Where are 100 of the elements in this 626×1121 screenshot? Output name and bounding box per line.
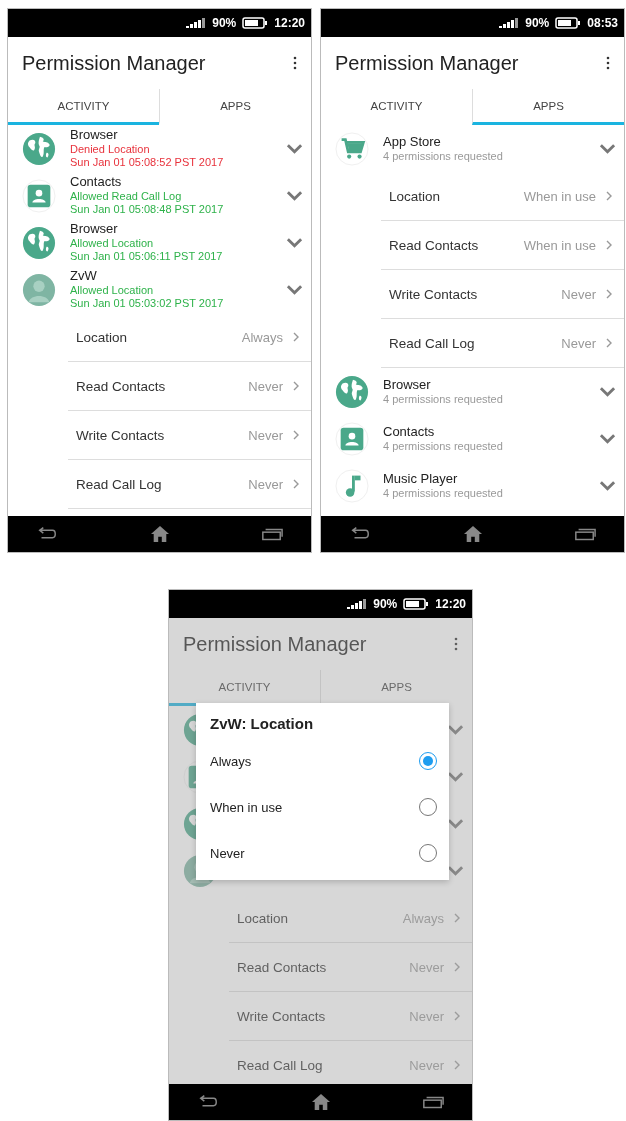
- tab[interactable]: ACTIVITY: [8, 89, 159, 125]
- chevron-right-icon: [606, 289, 612, 299]
- chevron-down-icon[interactable]: [447, 865, 464, 876]
- permission-value: Always: [241, 329, 283, 345]
- app-name: ZvW: [70, 269, 98, 285]
- permission-name: Location: [389, 188, 442, 204]
- chevron-right-icon: [454, 962, 460, 972]
- permission-row[interactable]: Read Contacts Never: [229, 943, 472, 992]
- app-name: App Store: [383, 134, 442, 150]
- permission-row[interactable]: Location When in use: [381, 172, 624, 221]
- permission-status: Denied Location: [70, 143, 151, 156]
- battery-icon: [555, 17, 582, 29]
- permission-status: Allowed Read Call Log: [70, 190, 183, 203]
- clock-time: 12:20: [274, 16, 305, 30]
- battery-icon: [403, 598, 430, 610]
- option-label: When in use: [210, 799, 283, 815]
- cart-icon: [335, 131, 369, 166]
- dialog-title: ZvW: Location: [210, 715, 315, 732]
- chevron-down-icon[interactable]: [599, 480, 616, 491]
- music-note-icon: [335, 468, 369, 503]
- permission-count: 4 permissions requested: [383, 439, 504, 453]
- permission-row[interactable]: Write Contacts Never: [68, 411, 311, 460]
- chevron-right-icon: [454, 913, 460, 923]
- chevron-down-icon[interactable]: [447, 771, 464, 782]
- battery-percent: 90%: [525, 16, 550, 30]
- avatar-placeholder: [22, 272, 56, 307]
- chevron-down-icon[interactable]: [447, 818, 464, 829]
- permission-name: Read Contacts: [237, 959, 328, 975]
- timestamp: Sun Jan 01 05:08:52 PST 2017: [70, 155, 225, 169]
- permission-name: Location: [76, 329, 129, 345]
- chevron-down-icon[interactable]: [599, 386, 616, 397]
- battery-percent: 90%: [373, 597, 398, 611]
- permission-value: When in use: [523, 237, 596, 253]
- chevron-right-icon: [293, 430, 299, 440]
- signal-icon: [186, 18, 207, 28]
- globe-icon: [335, 374, 369, 409]
- chevron-down-icon[interactable]: [286, 284, 303, 295]
- permission-row[interactable]: Location Always: [68, 313, 311, 362]
- signal-icon: [499, 18, 520, 28]
- battery-percent: 90%: [212, 16, 237, 30]
- app-name: Contacts: [383, 424, 436, 440]
- chevron-right-icon: [454, 1060, 460, 1070]
- permission-status: Allowed Location: [70, 284, 155, 297]
- permission-count: 4 permissions requested: [383, 486, 504, 500]
- permission-row[interactable]: Location Always: [229, 894, 472, 943]
- chevron-right-icon: [293, 479, 299, 489]
- timestamp: Sun Jan 01 05:08:48 PST 2017: [70, 202, 225, 216]
- contact-card-icon: [22, 178, 56, 213]
- permission-count: 4 permissions requested: [383, 149, 504, 163]
- app-name: Browser: [70, 222, 119, 238]
- contact-card-icon: [335, 421, 369, 456]
- chevron-down-icon[interactable]: [286, 143, 303, 154]
- app-title: Permission Manager: [335, 51, 519, 75]
- permission-name: Read Call Log: [237, 1057, 324, 1073]
- chevron-right-icon: [454, 1011, 460, 1021]
- menu-icon[interactable]: [606, 56, 610, 70]
- permission-value: Never: [248, 476, 283, 492]
- battery-icon: [242, 17, 269, 29]
- permission-value: Never: [248, 427, 283, 443]
- chevron-down-icon[interactable]: [447, 724, 464, 735]
- permission-name: Read Call Log: [389, 335, 476, 351]
- permission-name: Read Contacts: [389, 237, 480, 253]
- chevron-down-icon[interactable]: [599, 143, 616, 154]
- tab[interactable]: APPS: [159, 89, 311, 125]
- option-label: Always: [210, 753, 252, 769]
- app-name: Contacts: [70, 175, 123, 191]
- chevron-down-icon[interactable]: [286, 190, 303, 201]
- permission-row[interactable]: Read Call Log Never: [68, 460, 311, 509]
- permission-name: Location: [237, 910, 290, 926]
- chevron-right-icon: [606, 240, 612, 250]
- permission-value: When in use: [523, 188, 596, 204]
- permission-name: Write Contacts: [237, 1008, 327, 1024]
- permission-row[interactable]: Read Call Log Never: [381, 319, 624, 368]
- permission-row[interactable]: Write Contacts Never: [229, 992, 472, 1041]
- permission-name: Read Contacts: [76, 378, 167, 394]
- permission-name: Read Call Log: [76, 476, 163, 492]
- chevron-right-icon: [606, 338, 612, 348]
- permission-value: Never: [409, 959, 444, 975]
- tab[interactable]: APPS: [472, 89, 624, 125]
- clock-time: 08:53: [587, 16, 618, 30]
- permission-value: Never: [561, 335, 596, 351]
- permission-value: Never: [561, 286, 596, 302]
- app-name: Browser: [383, 377, 432, 393]
- permission-row[interactable]: Read Contacts Never: [68, 362, 311, 411]
- timestamp: Sun Jan 01 05:06:11 PST 2017: [70, 249, 224, 263]
- signal-icon: [347, 599, 368, 609]
- permission-count: 4 permissions requested: [383, 392, 504, 406]
- permission-row[interactable]: Read Contacts When in use: [381, 221, 624, 270]
- chevron-down-icon[interactable]: [286, 237, 303, 248]
- chevron-right-icon: [293, 381, 299, 391]
- permission-name: Write Contacts: [76, 427, 166, 443]
- menu-icon[interactable]: [293, 56, 297, 70]
- tab[interactable]: ACTIVITY: [321, 89, 472, 125]
- chevron-down-icon[interactable]: [599, 433, 616, 444]
- clock-time: 12:20: [435, 597, 466, 611]
- permission-name: Write Contacts: [389, 286, 479, 302]
- permission-row[interactable]: Write Contacts Never: [381, 270, 624, 319]
- permission-status: Allowed Location: [70, 237, 155, 250]
- app-title: Permission Manager: [22, 51, 206, 75]
- timestamp: Sun Jan 01 05:03:02 PST 2017: [70, 296, 225, 310]
